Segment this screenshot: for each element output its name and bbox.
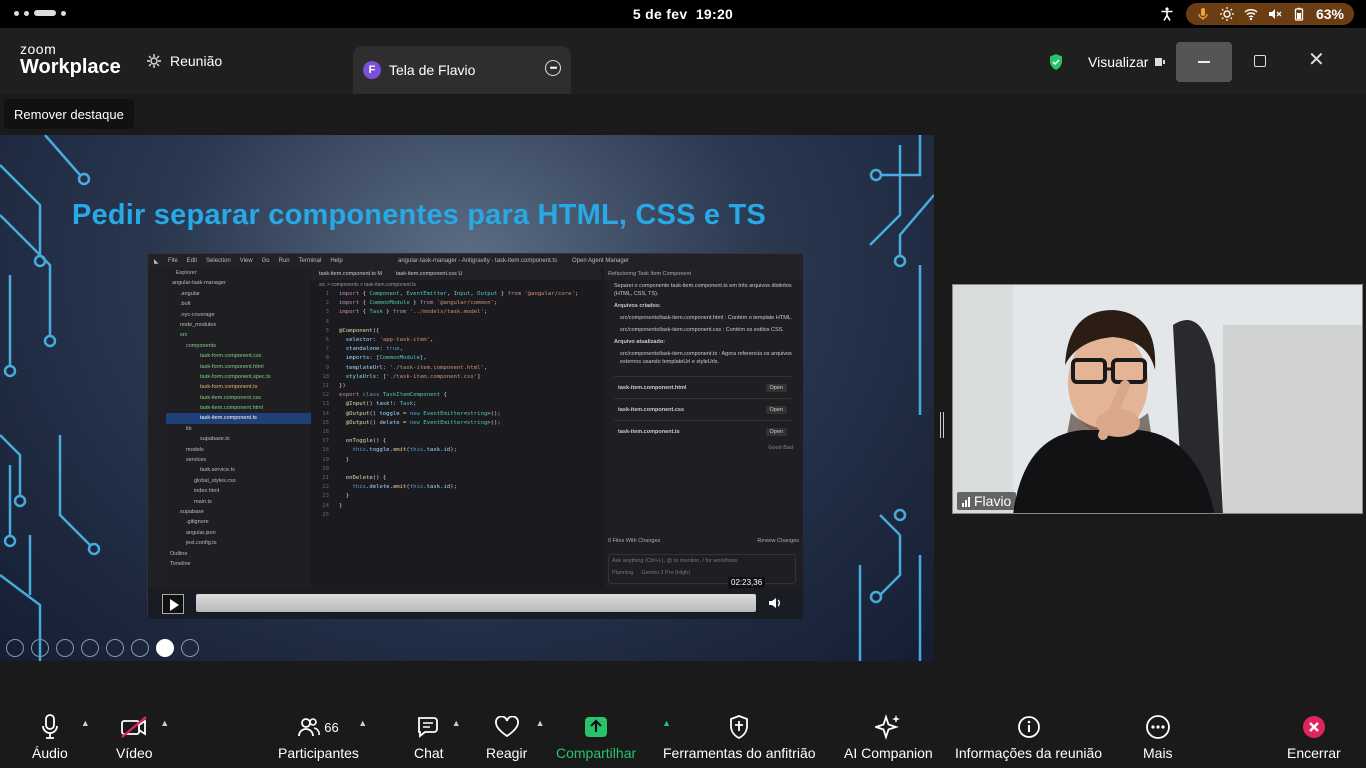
react-button[interactable]: ▲ Reagir [486,714,545,761]
battery-level: 63% [1315,6,1344,22]
view-button[interactable]: Visualizar [1088,54,1166,70]
microphone-icon [42,714,58,739]
maximize-button[interactable] [1254,55,1266,67]
ide-logo-icon: ◣ [154,258,159,265]
participant-video[interactable]: Flavio [952,284,1363,514]
battery-icon [1294,7,1304,21]
ai-companion-button[interactable]: AI Companion [844,714,933,761]
wifi-icon [1244,8,1258,21]
host-shield-icon [730,715,749,739]
slide-controls [6,639,199,657]
end-meeting-button[interactable]: Encerrar [1287,714,1341,761]
microphone-icon [1198,8,1208,20]
play-icon [162,594,184,614]
video-button[interactable]: ▲ Vídeo [116,714,169,761]
ide-activity-bar [148,268,166,588]
chat-options-icon[interactable]: ▲ [452,718,461,728]
meeting-info-button[interactable]: Informações da reunião [955,714,1102,761]
more-dots-icon [1145,715,1170,739]
brightness-icon [1219,7,1234,21]
meeting-toolbar: ▲ Áudio ▲ Vídeo 66 ▲ Participantes ▲ Chat… [0,700,1366,768]
volume-icon [769,598,780,608]
video-off-icon [121,716,148,738]
participants-button[interactable]: 66 ▲ Participantes [278,714,367,761]
next-icon[interactable] [31,639,49,657]
tab-more-icon[interactable]: ••• [545,60,561,76]
ide-menu-bar: ◣ File Edit Selection View Go Run Termin… [148,254,803,268]
subtitles-icon[interactable] [131,639,149,657]
share-screen-icon [585,717,608,737]
react-options-icon[interactable]: ▲ [536,718,545,728]
mute-icon [1268,9,1282,19]
chat-button[interactable]: ▲ Chat [414,714,461,761]
close-icon[interactable]: ✕ [1308,50,1325,70]
ide-code-editor: task-item.component.ts M task-item.compo… [311,268,601,588]
sparkle-icon [875,714,901,740]
host-tools-button[interactable]: Ferramentas do anfitrião [663,714,816,761]
more-button[interactable]: Mais [1143,714,1173,761]
ide-explorer: Explorer angular-task-manager .angular .… [166,268,311,588]
pen-icon[interactable] [56,639,74,657]
info-icon [1017,716,1040,738]
shared-screen: Pedir separar componentes para HTML, CSS… [0,135,934,661]
meeting-gear-icon [147,54,161,68]
status-bar: 5 de fev 19:20 63% [0,0,1366,28]
participant-image [953,285,1362,513]
title-bar: zoom Workplace Reunião F Tela de Flavio … [0,28,1366,94]
slide-title: Pedir separar componentes para HTML, CSS… [72,199,766,231]
remove-highlight-button[interactable]: Remover destaque [4,99,134,129]
code-lines: 1 import { Component, EventEmitter, Input… [322,291,579,518]
chat-icon [417,717,438,738]
end-call-icon [1302,716,1325,738]
tab-screen-share[interactable]: F Tela de Flavio ••• [353,46,571,94]
back-icon[interactable] [6,639,24,657]
signal-bars-icon [962,496,970,507]
participants-options-icon[interactable]: ▲ [358,718,367,728]
share-button[interactable]: ▲ Compartilhar [556,714,671,761]
file-card-css: task-item.component.css Open [614,398,791,420]
camera-icon[interactable] [156,639,174,657]
video-player-bar [148,588,803,619]
zoom-logo: zoom Workplace [20,41,121,78]
heart-icon [494,716,519,738]
tab-meeting[interactable]: Reunião [146,28,222,94]
participant-name-label: Flavio [957,492,1017,510]
resize-handle[interactable] [940,412,944,438]
accessibility-icon [1161,7,1173,21]
video-progress [196,594,756,612]
security-shield-icon[interactable] [1048,53,1064,71]
audio-options-icon[interactable]: ▲ [81,718,90,728]
avatar: F [363,61,381,79]
zoom-icon[interactable] [106,639,124,657]
copy-icon[interactable] [81,639,99,657]
file-card-ts: task-item.component.ts Open [614,420,791,442]
status-icons: 63% [1160,3,1354,25]
ide-editor-tabs: task-item.component.ts M task-item.compo… [311,268,601,280]
meeting-stage: Remover destaque Pedir separar component… [0,94,1366,700]
view-layout-icon [1155,58,1166,66]
video-timecode: 02:23,36 [728,577,766,588]
video-options-icon[interactable]: ▲ [160,718,169,728]
ide-agent-panel: Refactoring Task Item Component Separei … [604,268,803,588]
minimize-button[interactable] [1176,42,1232,82]
audio-button[interactable]: ▲ Áudio [32,714,90,761]
participants-icon [298,718,321,737]
file-card-html: task-item.component.html Open [614,376,791,398]
status-pill: 63% [1185,3,1354,25]
more-icon[interactable] [181,639,199,657]
ide-screenshot: ◣ File Edit Selection View Go Run Termin… [147,253,803,619]
